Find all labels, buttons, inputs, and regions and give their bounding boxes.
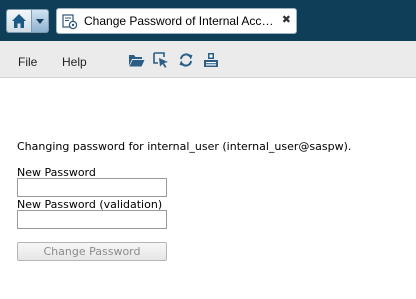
validation-password-field[interactable] (17, 210, 167, 229)
close-icon[interactable]: ✖ (282, 12, 291, 28)
open-folder-icon[interactable] (128, 52, 145, 68)
tab-title: Change Password of Internal Account (84, 14, 279, 28)
status-message: Changing password for internal_user (int… (17, 140, 352, 153)
app-header: Change Password of Internal Account ✖ (0, 0, 416, 41)
save-icon[interactable] (203, 52, 219, 68)
home-button[interactable] (6, 9, 32, 33)
new-password-field[interactable] (17, 178, 167, 197)
home-menu-button[interactable] (32, 9, 49, 33)
tab-change-password[interactable]: Change Password of Internal Account ✖ (56, 8, 297, 34)
change-password-button[interactable]: Change Password (17, 242, 167, 261)
chevron-down-icon (36, 19, 44, 24)
menu-bar: File Help (0, 41, 416, 78)
refresh-icon[interactable] (178, 52, 194, 68)
menu-file[interactable]: File (18, 55, 37, 69)
menu-help[interactable]: Help (62, 55, 87, 69)
home-icon (12, 14, 26, 28)
account-settings-icon (62, 14, 78, 30)
select-icon[interactable] (153, 52, 169, 68)
